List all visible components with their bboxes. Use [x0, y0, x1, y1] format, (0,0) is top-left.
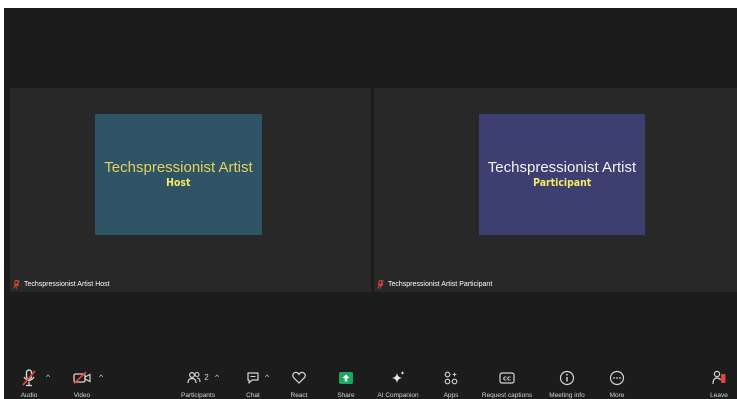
video-button[interactable]: Video: [68, 368, 96, 399]
apps-button[interactable]: Apps: [438, 368, 464, 399]
audio-label: Audio: [20, 392, 38, 399]
leave-label: Leave: [710, 392, 728, 399]
chat-icon: [247, 371, 259, 384]
info-icon: [559, 370, 575, 385]
captions-icon: CC: [499, 371, 515, 384]
meeting-info-label: Meeting info: [549, 392, 585, 399]
meeting-toolbar: Audio ^ Video ^ 2 Participants ^ Chat ^ …: [4, 368, 737, 399]
apps-icon: [444, 371, 458, 384]
react-heart-icon: [292, 371, 306, 384]
audio-button[interactable]: Audio: [16, 368, 42, 399]
mic-muted-icon: [22, 368, 36, 386]
host-name-tag-label: Techspressionist Artist Host: [24, 281, 110, 288]
chat-label: Chat: [246, 392, 260, 399]
participant-card-role: Participant: [532, 176, 592, 189]
video-off-icon: [73, 370, 91, 384]
react-button[interactable]: React: [286, 368, 312, 399]
video-tile-participant[interactable]: Techspressionist Artist Participant Tech…: [374, 88, 737, 292]
ai-companion-label: AI Companion: [377, 392, 419, 399]
participant-card-name: Techspressionist Artist: [487, 159, 637, 176]
apps-label: Apps: [443, 392, 459, 399]
participant-name-tag: Techspressionist Artist Participant: [377, 280, 492, 289]
leave-button[interactable]: Leave: [706, 368, 732, 399]
share-button[interactable]: Share: [332, 368, 360, 399]
participant-name-card: Techspressionist Artist Participant: [479, 114, 645, 235]
host-card-name: Techspressionist Artist: [104, 159, 253, 176]
ai-companion-button[interactable]: AI Companion: [372, 368, 424, 399]
mic-muted-icon: [13, 280, 20, 289]
request-captions-label: Request captions: [481, 392, 533, 399]
leave-icon: [712, 370, 726, 384]
participants-icon: [187, 371, 201, 384]
request-captions-button[interactable]: CC Request captions: [476, 368, 538, 399]
participants-label: Participants: [181, 392, 215, 399]
mic-muted-icon: [377, 280, 384, 289]
video-label: Video: [73, 392, 91, 399]
meeting-window: Techspressionist Artist Host Techspressi…: [4, 8, 737, 399]
host-name-card: Techspressionist Artist Host: [95, 114, 262, 235]
meeting-info-button[interactable]: Meeting info: [544, 368, 590, 399]
share-arrow-icon: [339, 371, 353, 384]
share-label: Share: [337, 392, 355, 399]
participant-name-tag-label: Techspressionist Artist Participant: [388, 281, 493, 288]
more-button[interactable]: More: [604, 368, 630, 399]
participants-options-caret[interactable]: ^: [215, 374, 219, 381]
chat-button[interactable]: Chat: [240, 368, 266, 399]
participants-count: 2: [204, 373, 209, 382]
video-tile-host[interactable]: Techspressionist Artist Host Techspressi…: [10, 88, 371, 292]
ai-sparkle-icon: [392, 370, 405, 383]
host-name-tag: Techspressionist Artist Host: [13, 280, 110, 289]
audio-options-caret[interactable]: ^: [46, 374, 50, 381]
svg-text:CC: CC: [503, 376, 511, 382]
more-label: More: [609, 392, 625, 399]
more-icon: [609, 370, 625, 385]
chat-options-caret[interactable]: ^: [265, 374, 269, 381]
video-options-caret[interactable]: ^: [99, 374, 103, 381]
react-label: React: [290, 392, 308, 399]
host-card-role: Host: [166, 176, 191, 189]
